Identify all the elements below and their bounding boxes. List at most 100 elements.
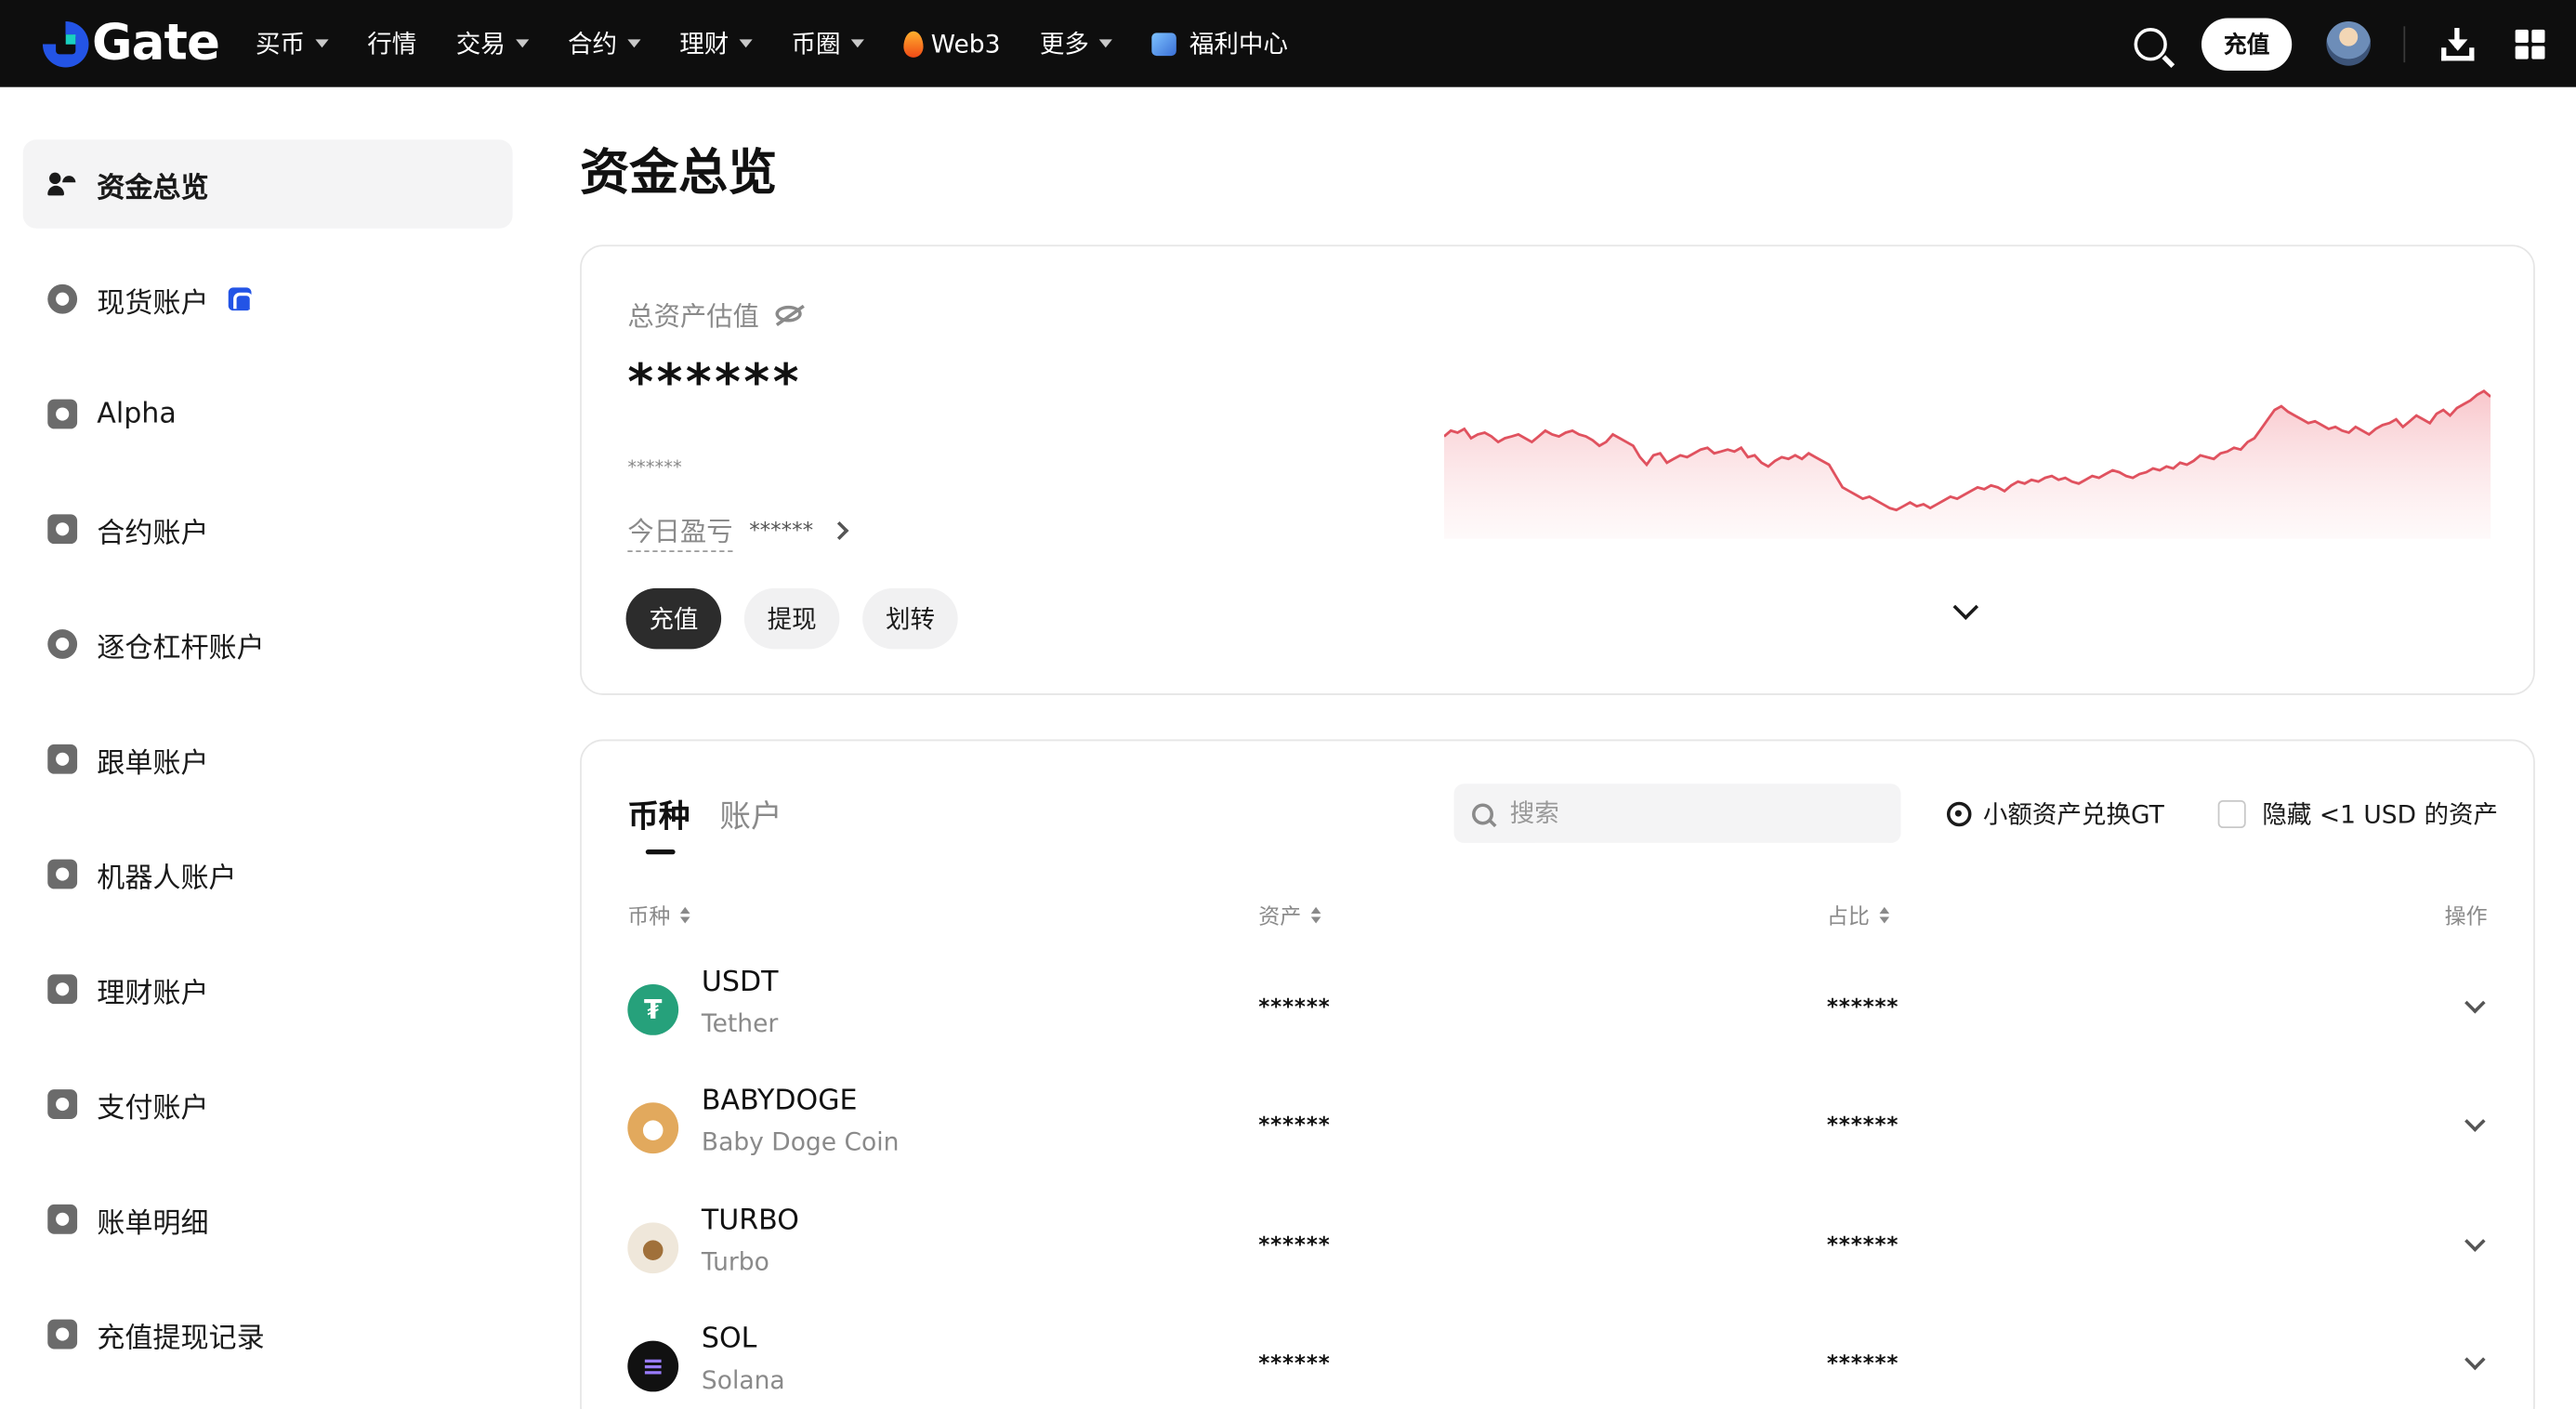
total-assets-label-text: 总资产估值: [627, 300, 759, 333]
asset-amount: ******: [1258, 1113, 1331, 1139]
sidebar-item-records[interactable]: 充值提现记录: [23, 1290, 513, 1378]
apps-grid-icon[interactable]: [2515, 28, 2545, 59]
gift-box-icon: [1151, 32, 1176, 56]
assets-user-icon: [47, 169, 77, 199]
hide-small-checkbox[interactable]: [2217, 799, 2246, 829]
col-ratio-label: 占比: [1826, 905, 1870, 930]
sidebar-item-pay[interactable]: 支付账户: [23, 1060, 513, 1148]
robot-icon: [47, 859, 78, 889]
coin-symbol: BABYDOGE: [701, 1084, 858, 1118]
assets-card: 币种 账户 小额资产兑换GT 隐藏 <1 USD 的资产 币种 资产 占: [580, 739, 2535, 1409]
sidebar-item-overview[interactable]: 资金总览: [22, 139, 513, 229]
nav-buy-crypto[interactable]: 买币: [256, 26, 328, 60]
hide-small-toggle[interactable]: 隐藏 <1 USD 的资产: [2217, 797, 2498, 831]
coin-symbol: SOL: [701, 1323, 757, 1356]
top-actions: 充值: [2134, 0, 2576, 87]
balance-fiat: ******: [627, 456, 682, 479]
sidebar-item-label: 机器人账户: [97, 862, 237, 895]
nav-square[interactable]: 币圈: [791, 26, 864, 60]
sidebar: 资金总览 现货账户 Alpha 合约账户 逐仓杠杆账户 跟单账户 机器人账户 理…: [22, 139, 513, 1404]
download-icon[interactable]: [2441, 27, 2475, 60]
avatar[interactable]: [2326, 20, 2372, 66]
total-balance: ******: [627, 354, 802, 413]
gate-logo[interactable]: Gate: [42, 0, 220, 87]
nav-label: 理财: [679, 29, 729, 59]
nav-earn[interactable]: 理财: [679, 26, 753, 60]
top-navbar: Gate 买币 行情 交易 合约 理财 币圈 Web3 更多 福利中心 充值: [0, 0, 2576, 87]
col-ratio[interactable]: 占比: [1826, 899, 1890, 930]
nav-more[interactable]: 更多: [1040, 26, 1112, 60]
sidebar-item-label: 理财账户: [97, 977, 209, 1010]
tab-coin[interactable]: 币种: [627, 792, 690, 855]
divider: [2403, 25, 2406, 62]
coin-name: Tether: [701, 1008, 779, 1039]
nav-label: 行情: [367, 29, 417, 59]
sidebar-item-label: 支付账户: [97, 1091, 209, 1126]
sort-icon: [679, 905, 690, 923]
sidebar-item-margin[interactable]: 逐仓杠杆账户: [23, 599, 513, 688]
search-input[interactable]: [1509, 798, 1872, 829]
chevron-down-icon[interactable]: [2464, 1111, 2486, 1132]
sidebar-item-copy-trading[interactable]: 跟单账户: [23, 715, 513, 803]
fire-icon: [902, 30, 923, 57]
spot-home-icon: [228, 287, 254, 311]
sidebar-item-bills[interactable]: 账单明细: [23, 1175, 513, 1263]
chevron-down-icon: [314, 39, 328, 48]
overview-card: 总资产估值 ****** ****** 今日盈亏 ****** 充值 提现 划转: [580, 244, 2535, 695]
table-row[interactable]: ₮ USDT Tether ****** ******: [627, 963, 2491, 1068]
search-icon[interactable]: [2134, 27, 2167, 60]
deposit-button[interactable]: 充值: [2201, 17, 2293, 71]
usdt-logo-icon: ₮: [627, 983, 679, 1035]
withdraw-button[interactable]: 提现: [743, 587, 840, 650]
pnl-value: ******: [749, 518, 814, 544]
sidebar-item-label: 逐仓杠杆账户: [97, 631, 265, 665]
sidebar-item-alpha[interactable]: Alpha: [23, 370, 513, 458]
eye-off-icon[interactable]: [775, 305, 802, 323]
asset-amount: ******: [1258, 1351, 1331, 1377]
table-row[interactable]: ● BABYDOGE Baby Doge Coin ****** ******: [627, 1081, 2491, 1186]
nav-trade[interactable]: 交易: [456, 26, 529, 60]
convert-to-gt-button[interactable]: 小额资产兑换GT: [1946, 797, 2164, 831]
chevron-down-icon[interactable]: [2464, 1349, 2486, 1371]
nav-futures[interactable]: 合约: [568, 26, 640, 60]
tab-account[interactable]: 账户: [719, 792, 782, 836]
sort-icon: [1310, 905, 1321, 923]
nav-label: 交易: [455, 29, 506, 59]
chevron-down-icon: [626, 39, 640, 48]
sidebar-item-label: 现货账户: [97, 286, 209, 320]
today-pnl[interactable]: 今日盈亏 ******: [627, 509, 849, 553]
asset-ratio: ******: [1826, 995, 1899, 1021]
table-row[interactable]: ● TURBO Turbo ****** ******: [627, 1201, 2491, 1306]
nav-label: 币圈: [791, 29, 841, 59]
expand-chevron-icon[interactable]: [1952, 594, 1979, 620]
sidebar-item-label: 资金总览: [97, 171, 209, 205]
nav-label: 买币: [256, 29, 306, 59]
pnl-label: 今日盈亏: [627, 509, 733, 553]
col-amount[interactable]: 资产: [1258, 899, 1321, 930]
futures-icon: [47, 514, 78, 545]
chevron-down-icon[interactable]: [2464, 993, 2486, 1014]
nav-rewards-hub[interactable]: 福利中心: [1151, 26, 1288, 60]
col-coin[interactable]: 币种: [627, 899, 690, 930]
table-header: 币种 资产 占比 操作: [627, 899, 2491, 931]
deposit-action-button[interactable]: 充值: [625, 587, 722, 650]
sidebar-item-futures[interactable]: 合约账户: [23, 485, 513, 573]
page-title: 资金总览: [580, 144, 778, 203]
chevron-down-icon[interactable]: [2464, 1231, 2486, 1252]
chevron-down-icon: [515, 39, 529, 48]
sidebar-item-bot[interactable]: 机器人账户: [23, 830, 513, 918]
nav-markets[interactable]: 行情: [367, 26, 416, 60]
nav-web3[interactable]: Web3: [902, 29, 1000, 59]
asset-search: [1453, 784, 1901, 843]
coin-name: Baby Doge Coin: [701, 1126, 900, 1157]
transfer-button[interactable]: 划转: [862, 587, 958, 650]
sidebar-item-earn[interactable]: 理财账户: [23, 945, 513, 1034]
sidebar-item-label: 合约账户: [97, 517, 209, 550]
table-row[interactable]: ≡ SOL Solana ****** ******: [627, 1320, 2491, 1409]
spot-coin-icon: [47, 283, 78, 314]
sol-logo-icon: ≡: [627, 1340, 679, 1392]
chevron-down-icon: [850, 39, 864, 48]
sidebar-item-spot[interactable]: 现货账户: [23, 255, 513, 343]
col-actions-label: 操作: [2444, 905, 2488, 930]
overview-actions: 充值 提现 划转: [625, 587, 981, 650]
